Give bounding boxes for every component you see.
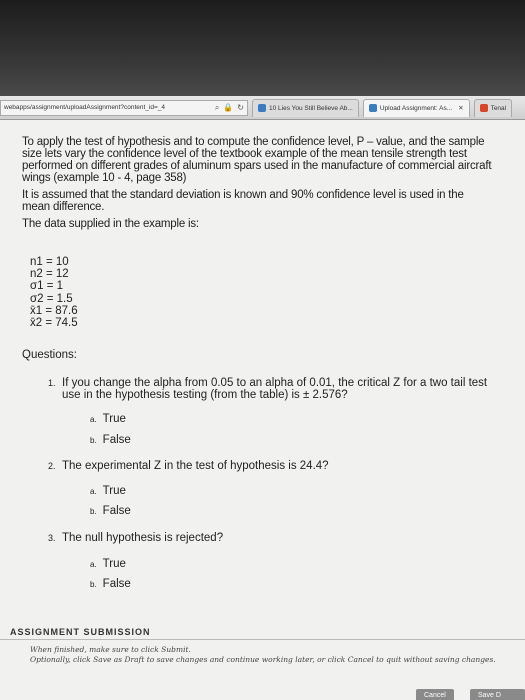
lock-icon: 🔒 xyxy=(223,103,234,112)
search-icon[interactable]: ⌕ xyxy=(215,103,219,113)
blackboard-icon xyxy=(368,104,377,112)
question-3-option-a[interactable]: a. True xyxy=(90,558,126,570)
option-label: False xyxy=(102,505,131,517)
question-2-option-b[interactable]: b. False xyxy=(90,505,131,517)
tab-label: Upload Assignment: As... xyxy=(379,104,453,112)
submission-note: Optionally, click Save as Draft to save … xyxy=(30,655,496,664)
submission-instructions: When finished, make sure to click Submit… xyxy=(30,645,496,665)
data-value: n1 = 10 xyxy=(30,256,69,268)
question-3: 3. The null hypothesis is rejected? xyxy=(48,532,492,544)
cancel-button[interactable]: Cancel xyxy=(416,689,454,700)
site-icon xyxy=(479,104,488,112)
question-text: If you change the alpha from 0.05 to an … xyxy=(62,377,488,401)
data-value: x̄2 = 74.5 xyxy=(30,317,78,330)
question-text: The experimental Z in the test of hypoth… xyxy=(62,460,329,472)
option-letter: b. xyxy=(90,436,97,445)
option-label: True xyxy=(102,485,126,497)
question-1-option-b[interactable]: b. False xyxy=(90,434,131,446)
browser-toolbar: webapps/assignment/uploadAssignment?cont… xyxy=(0,96,525,120)
address-url: webapps/assignment/uploadAssignment?cont… xyxy=(4,104,165,111)
submission-note: When finished, make sure to click Submit… xyxy=(30,645,191,654)
question-text: The null hypothesis is rejected? xyxy=(62,532,224,544)
intro-paragraph: To apply the test of hypothesis and to c… xyxy=(22,136,492,184)
assignment-instructions: To apply the test of hypothesis and to c… xyxy=(22,136,492,233)
refresh-icon[interactable]: ↻ xyxy=(237,103,244,112)
screen-bezel xyxy=(0,0,525,96)
data-values-list: n1 = 10 n2 = 12 σ1 = 1 σ2 = 1.5 x̄1 = 87… xyxy=(30,256,78,329)
save-draft-button[interactable]: Save D xyxy=(470,689,525,700)
questions-heading: Questions: xyxy=(22,349,77,361)
question-2-option-a[interactable]: a. True xyxy=(90,485,126,497)
option-letter: b. xyxy=(90,507,97,516)
question-number: 3. xyxy=(48,533,56,543)
close-icon[interactable]: ✕ xyxy=(458,104,463,112)
intro-paragraph: It is assumed that the standard deviatio… xyxy=(22,189,464,213)
option-label: True xyxy=(102,413,126,425)
question-number: 1. xyxy=(48,378,56,388)
browser-tab-upload[interactable]: Upload Assignment: As... ✕ xyxy=(362,98,470,117)
browser-tab-lies[interactable]: 10 Lies You Still Believe Ab... xyxy=(252,98,359,117)
data-value: n2 = 12 xyxy=(30,268,69,281)
tab-label: 10 Lies You Still Believe Ab... xyxy=(269,104,353,112)
question-3-option-b[interactable]: b. False xyxy=(90,578,131,590)
question-number: 2. xyxy=(48,461,56,471)
option-label: False xyxy=(102,578,131,590)
question-1: 1. If you change the alpha from 0.05 to … xyxy=(48,377,492,401)
divider xyxy=(0,639,525,640)
address-bar[interactable]: webapps/assignment/uploadAssignment?cont… xyxy=(0,99,248,116)
option-label: True xyxy=(102,558,126,570)
data-value: σ1 = 1 xyxy=(30,280,63,293)
intro-paragraph: The data supplied in the example is: xyxy=(22,218,199,230)
browser-tab-tenal[interactable]: Tenal xyxy=(473,98,513,117)
assignment-page: To apply the test of hypothesis and to c… xyxy=(0,120,525,700)
option-letter: b. xyxy=(90,580,97,589)
data-value: σ2 = 1.5 xyxy=(30,292,73,305)
option-letter: a. xyxy=(90,415,97,424)
submission-heading: ASSIGNMENT SUBMISSION xyxy=(10,627,151,637)
question-2: 2. The experimental Z in the test of hyp… xyxy=(48,460,492,472)
globe-icon xyxy=(258,104,266,112)
data-value: x̄1 = 87.6 xyxy=(30,304,78,317)
tab-label: Tenal xyxy=(490,104,507,112)
option-letter: a. xyxy=(90,560,97,569)
question-1-option-a[interactable]: a. True xyxy=(90,413,126,425)
option-label: False xyxy=(102,434,131,446)
option-letter: a. xyxy=(90,487,97,496)
